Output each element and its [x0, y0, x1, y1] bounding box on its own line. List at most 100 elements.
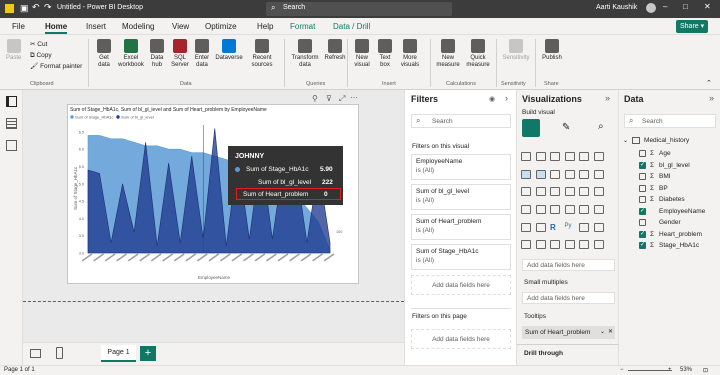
- visual-type-icon[interactable]: [550, 152, 560, 161]
- field-checkbox[interactable]: [639, 219, 646, 227]
- table-medical-history[interactable]: ⌄ Medical_history: [623, 135, 689, 147]
- visual-type-icon[interactable]: [593, 204, 604, 214]
- fit-page-icon[interactable]: ⊡: [703, 367, 708, 374]
- avatar[interactable]: [646, 3, 656, 13]
- visual-type-icon[interactable]: [521, 187, 531, 197]
- remove-field-icon[interactable]: ✕: [608, 328, 613, 335]
- visual-type-icon[interactable]: [550, 187, 560, 197]
- page-tab-1[interactable]: Page 1: [101, 345, 136, 362]
- filter-card-employeename[interactable]: EmployeeName is (All): [411, 154, 511, 180]
- visual-type-icon[interactable]: [593, 222, 604, 232]
- cut-button[interactable]: ✂ Cut: [30, 39, 82, 50]
- sql-server-button[interactable]: SQL Server: [171, 39, 189, 69]
- new-visual-button[interactable]: New visual: [352, 39, 372, 69]
- filter-card-bl-gl-level[interactable]: Sum of bl_gl_level is (All): [411, 184, 511, 210]
- visual-type-icon[interactable]: [593, 187, 604, 197]
- paste-button[interactable]: Paste: [6, 39, 21, 62]
- field-checkbox[interactable]: [639, 184, 646, 192]
- data-field-row[interactable]: Σ Age: [639, 148, 705, 160]
- mobile-layout-icon[interactable]: [56, 347, 63, 359]
- data-search-input[interactable]: ⌕ Search: [624, 114, 716, 128]
- get-data-button[interactable]: Get data: [94, 39, 114, 69]
- menu-file[interactable]: File: [12, 22, 25, 31]
- visual-type-icon[interactable]: [564, 152, 575, 161]
- copy-button[interactable]: ⧉ Copy: [30, 50, 82, 61]
- filters-visual-drop-zone[interactable]: Add data fields here: [411, 275, 511, 295]
- excel-button[interactable]: Excel workbook: [118, 39, 144, 69]
- visual-type-icon[interactable]: [535, 222, 546, 232]
- redo-icon[interactable]: ↷: [44, 2, 52, 13]
- field-checkbox[interactable]: [639, 150, 646, 158]
- user-name[interactable]: Aarti Kaushik: [596, 4, 637, 11]
- filter-card-heart-problem[interactable]: Sum of Heart_problem is (All): [411, 214, 511, 240]
- visual-type-icon[interactable]: Py: [565, 223, 575, 232]
- visual-type-icon[interactable]: [535, 187, 546, 197]
- visual-type-icon[interactable]: [550, 169, 560, 179]
- menu-view[interactable]: View: [172, 22, 189, 31]
- data-field-row[interactable]: Σ BP: [639, 183, 705, 195]
- filter-card-stage-hba1c[interactable]: Sum of Stage_HbA1c is (All): [411, 244, 511, 270]
- filters-search-input[interactable]: ⌕ Search: [411, 114, 511, 128]
- collapse-filters-icon[interactable]: ›: [505, 93, 508, 103]
- analytics-tab-icon[interactable]: ⌕: [598, 121, 604, 132]
- field-checkbox[interactable]: [639, 173, 646, 181]
- visual-type-icon[interactable]: [535, 204, 546, 214]
- more-options-icon[interactable]: ⋯: [350, 93, 358, 102]
- zoom-out-icon[interactable]: −: [620, 367, 624, 373]
- field-checkbox[interactable]: [639, 241, 646, 250]
- zoom-in-icon[interactable]: +: [668, 367, 672, 373]
- sensitivity-button[interactable]: Sensitivity: [500, 39, 532, 62]
- visual-type-icon[interactable]: [579, 152, 589, 161]
- collapse-data-icon[interactable]: »: [709, 93, 714, 103]
- focus-mode-icon[interactable]: ⤢: [339, 94, 345, 104]
- table-view-icon[interactable]: [6, 118, 17, 129]
- legend-label-glucose[interactable]: Sum of bl_gl_level: [121, 115, 154, 120]
- eye-icon[interactable]: ◉: [489, 95, 495, 103]
- desktop-layout-icon[interactable]: [30, 349, 41, 358]
- collapse-ribbon-icon[interactable]: ⌃: [706, 79, 712, 87]
- quick-measure-button[interactable]: Quick measure: [465, 39, 491, 69]
- values-drop-zone[interactable]: Add data fields here: [522, 259, 615, 271]
- visual-type-icon[interactable]: [579, 204, 589, 214]
- model-view-icon[interactable]: [6, 140, 17, 151]
- visual-type-icon[interactable]: [593, 152, 604, 161]
- visual-type-icon[interactable]: [521, 169, 531, 179]
- visual-type-icon[interactable]: [535, 152, 546, 161]
- visual-type-icon[interactable]: [564, 169, 575, 179]
- publish-button[interactable]: Publish: [540, 39, 564, 62]
- maximize-icon[interactable]: □: [683, 2, 688, 11]
- undo-icon[interactable]: ↶: [32, 2, 40, 13]
- collapse-viz-icon[interactable]: »: [605, 93, 610, 103]
- data-field-row[interactable]: Σ Heart_problem: [639, 229, 705, 241]
- visual-type-icon[interactable]: [521, 204, 531, 214]
- refresh-button[interactable]: Refresh: [324, 39, 346, 69]
- menu-insert[interactable]: Insert: [86, 22, 106, 31]
- visual-type-icon[interactable]: [579, 222, 589, 232]
- visual-type-icon[interactable]: [535, 240, 546, 250]
- minimize-icon[interactable]: –: [663, 2, 667, 11]
- filter-icon[interactable]: ⊽: [326, 94, 332, 103]
- pin-icon[interactable]: ⚲: [312, 94, 318, 103]
- close-icon[interactable]: ✕: [704, 2, 711, 11]
- field-checkbox[interactable]: [639, 196, 646, 204]
- data-field-row[interactable]: Σ Diabetes: [639, 194, 705, 206]
- visual-type-icon[interactable]: [579, 169, 589, 179]
- data-field-row[interactable]: EmployeeName: [639, 206, 705, 218]
- more-visuals-button[interactable]: More visuals: [398, 39, 422, 69]
- visual-type-icon[interactable]: [535, 169, 546, 179]
- data-hub-button[interactable]: Data hub: [148, 39, 166, 69]
- field-checkbox[interactable]: [639, 207, 646, 215]
- menu-optimize[interactable]: Optimize: [205, 22, 237, 31]
- visual-type-icon[interactable]: [564, 187, 575, 197]
- transform-data-button[interactable]: Transform data: [290, 39, 320, 69]
- legend-label-hba1c[interactable]: Sum of Stage_HbA1c: [75, 115, 113, 120]
- visual-type-icon[interactable]: [579, 187, 589, 197]
- filters-page-drop-zone[interactable]: Add data fields here: [411, 329, 511, 349]
- visual-type-icon[interactable]: [550, 204, 560, 214]
- data-field-row[interactable]: Σbl_gl_level: [639, 160, 705, 172]
- report-view-icon[interactable]: [6, 96, 17, 107]
- visual-type-icon[interactable]: [521, 152, 531, 161]
- build-visual-tab-icon[interactable]: [522, 119, 540, 137]
- visual-type-icon[interactable]: [550, 240, 560, 250]
- add-page-button[interactable]: +: [140, 346, 156, 361]
